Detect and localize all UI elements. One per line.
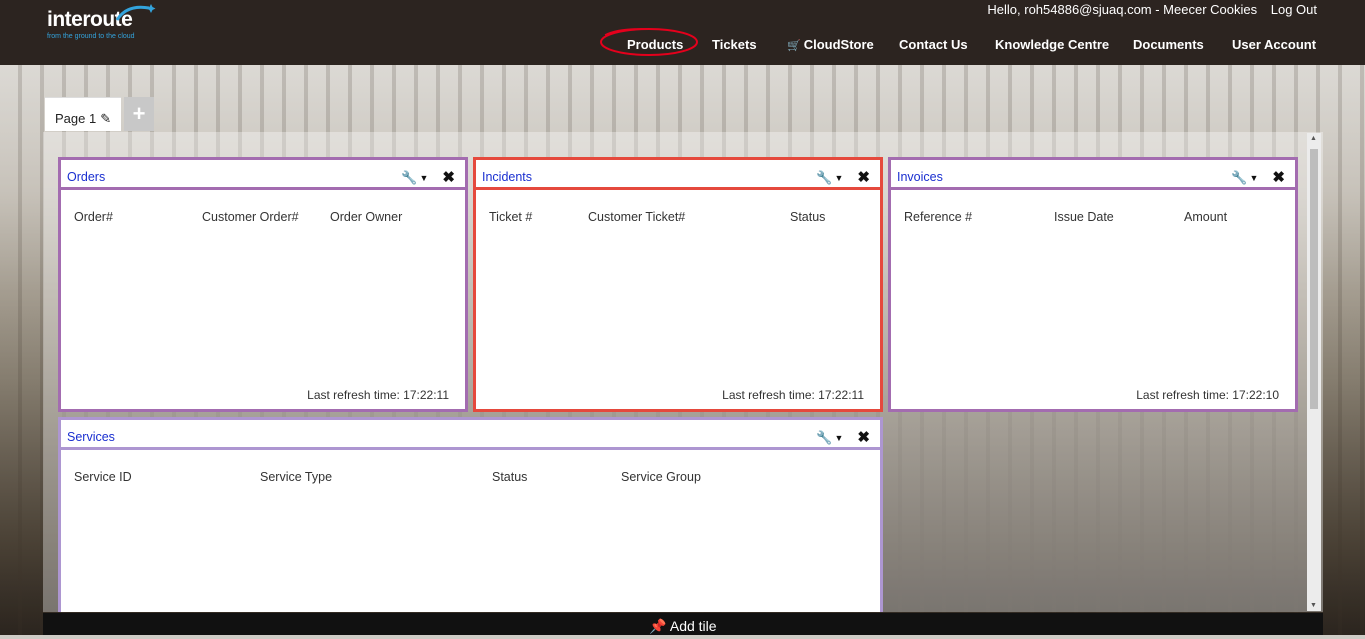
pencil-icon[interactable]: ✎ <box>100 111 111 127</box>
add-tile-label: Add tile <box>669 618 717 634</box>
tile-incidents-columns: Ticket # Customer Ticket# Status <box>476 210 880 226</box>
column-header[interactable]: Ticket # <box>489 210 532 224</box>
nav-user-account[interactable]: User Account <box>1232 37 1316 52</box>
tile-invoices: Invoices 🔧 ▼ ✖ Reference # Issue Date Amou… <box>888 157 1298 412</box>
top-navigation-bar: interoute from the ground to the cloud H… <box>0 0 1365 65</box>
highlight-circle-annotation <box>600 28 698 56</box>
tab-page-1[interactable]: Page 1 ✎ <box>45 97 121 131</box>
column-header[interactable]: Status <box>790 210 825 224</box>
nav-cloudstore[interactable]: 🛒 CloudStore <box>787 37 874 52</box>
board-scrollbar[interactable]: ▲ ▼ <box>1307 133 1321 611</box>
column-header[interactable]: Order Owner <box>330 210 402 224</box>
pin-icon: 📌 <box>649 618 667 634</box>
close-icon[interactable]: ✖ <box>857 428 870 446</box>
dashboard-area: Page 1 ✎ + Orders 🔧 ▼ ✖ Order# Customer Ord… <box>43 65 1323 635</box>
scroll-thumb[interactable] <box>1310 149 1318 409</box>
tile-services-tools: 🔧 ▼ ✖ <box>816 428 870 446</box>
logout-link[interactable]: Log Out <box>1271 2 1317 17</box>
user-info: Hello, roh54886@sjuaq.com - Meecer Cooki… <box>987 2 1317 17</box>
column-header[interactable]: Service Group <box>621 470 701 484</box>
chevron-down-icon[interactable]: ▼ <box>835 433 844 443</box>
interoute-logo[interactable]: interoute from the ground to the cloud <box>47 4 156 40</box>
nav-documents[interactable]: Documents <box>1133 37 1204 52</box>
tile-incidents-refresh-time: Last refresh time: 17:22:11 <box>722 388 864 402</box>
logo-tagline: from the ground to the cloud <box>47 33 135 40</box>
tile-orders-refresh-time: Last refresh time: 17:22:11 <box>307 388 449 402</box>
add-page-button[interactable]: + <box>124 97 154 131</box>
column-header[interactable]: Service Type <box>260 470 332 484</box>
tile-services: Services 🔧 ▼ ✖ Service ID Service Type Sta… <box>58 417 883 612</box>
tile-incidents-header: Incidents 🔧 ▼ ✖ <box>476 160 880 190</box>
wrench-icon[interactable]: 🔧 <box>1231 170 1247 186</box>
tile-board: Orders 🔧 ▼ ✖ Order# Customer Order# Order … <box>43 132 1323 612</box>
tile-orders-title[interactable]: Orders <box>67 170 105 184</box>
wrench-icon[interactable]: 🔧 <box>401 170 417 186</box>
tile-incidents-title[interactable]: Incidents <box>482 170 532 184</box>
tile-orders-tools: 🔧 ▼ ✖ <box>401 168 455 186</box>
tile-invoices-header: Invoices 🔧 ▼ ✖ <box>891 160 1295 190</box>
tile-orders-header: Orders 🔧 ▼ ✖ <box>61 160 465 190</box>
tile-orders: Orders 🔧 ▼ ✖ Order# Customer Order# Order … <box>58 157 468 412</box>
tile-orders-columns: Order# Customer Order# Order Owner <box>61 210 465 226</box>
logo-swoosh-icon <box>115 4 156 21</box>
column-header[interactable]: Amount <box>1184 210 1227 224</box>
column-header[interactable]: Status <box>492 470 527 484</box>
tile-services-columns: Service ID Service Type Status Service G… <box>61 470 880 486</box>
user-greeting: Hello, roh54886@sjuaq.com - Meecer Cooki… <box>987 2 1258 17</box>
tile-invoices-tools: 🔧 ▼ ✖ <box>1231 168 1285 186</box>
cart-icon: 🛒 <box>787 40 801 52</box>
column-header[interactable]: Order# <box>74 210 113 224</box>
nav-contact-us[interactable]: Contact Us <box>899 37 968 52</box>
chevron-down-icon[interactable]: ▼ <box>420 173 429 183</box>
scroll-down-icon[interactable]: ▼ <box>1310 602 1317 609</box>
scroll-up-icon[interactable]: ▲ <box>1310 135 1317 142</box>
wrench-icon[interactable]: 🔧 <box>816 430 832 446</box>
column-header[interactable]: Service ID <box>74 470 132 484</box>
close-icon[interactable]: ✖ <box>442 168 455 186</box>
tab-page-1-label: Page 1 <box>55 111 97 126</box>
wrench-icon[interactable]: 🔧 <box>816 170 832 186</box>
tile-invoices-title[interactable]: Invoices <box>897 170 943 184</box>
tile-incidents: Incidents 🔧 ▼ ✖ Ticket # Customer Ticket# … <box>473 157 883 412</box>
chevron-down-icon[interactable]: ▼ <box>835 173 844 183</box>
close-icon[interactable]: ✖ <box>857 168 870 186</box>
tile-incidents-tools: 🔧 ▼ ✖ <box>816 168 870 186</box>
column-header[interactable]: Issue Date <box>1054 210 1114 224</box>
column-header[interactable]: Customer Ticket# <box>588 210 685 224</box>
column-header[interactable]: Customer Order# <box>202 210 299 224</box>
tile-services-header: Services 🔧 ▼ ✖ <box>61 420 880 450</box>
tile-invoices-columns: Reference # Issue Date Amount <box>891 210 1295 226</box>
nav-knowledge-centre[interactable]: Knowledge Centre <box>995 37 1109 52</box>
tile-services-title[interactable]: Services <box>67 430 115 444</box>
column-header[interactable]: Reference # <box>904 210 972 224</box>
add-tile-bar[interactable]: 📌 Add tile <box>43 613 1323 635</box>
nav-tickets[interactable]: Tickets <box>712 37 757 52</box>
tile-invoices-refresh-time: Last refresh time: 17:22:10 <box>1136 388 1279 402</box>
nav-cloudstore-label: CloudStore <box>803 37 874 52</box>
chevron-down-icon[interactable]: ▼ <box>1250 173 1259 183</box>
close-icon[interactable]: ✖ <box>1272 168 1285 186</box>
